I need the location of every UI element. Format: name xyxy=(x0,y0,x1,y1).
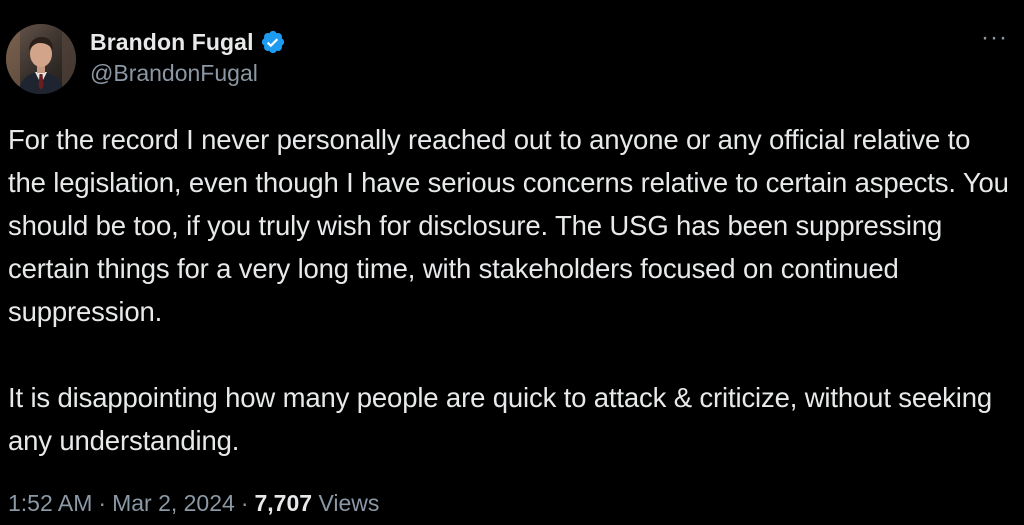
tweet-meta: 1:52 AM · Mar 2, 2024 · 7,707 Views xyxy=(8,490,379,517)
tweet-paragraph-2: It is disappointing how many people are … xyxy=(8,382,993,456)
display-name[interactable]: Brandon Fugal xyxy=(90,29,254,56)
views-label: Views xyxy=(318,490,380,516)
tweet-time[interactable]: 1:52 AM xyxy=(8,490,92,516)
tweet-text: For the record I never personally reache… xyxy=(8,118,1013,462)
meta-separator: · xyxy=(240,490,249,516)
author-handle[interactable]: @BrandonFugal xyxy=(90,60,286,87)
meta-separator: · xyxy=(98,490,107,516)
tweet-date[interactable]: Mar 2, 2024 xyxy=(112,490,235,516)
tweet-paragraph-1: For the record I never personally reache… xyxy=(8,124,1009,327)
verified-badge-icon[interactable] xyxy=(260,29,286,55)
author-block: Brandon Fugal @BrandonFugal xyxy=(90,27,286,87)
more-options-icon[interactable]: ··· xyxy=(981,26,1008,50)
tweet[interactable]: Brandon Fugal @BrandonFugal ··· For the … xyxy=(0,0,1024,525)
avatar[interactable] xyxy=(6,24,76,94)
name-row: Brandon Fugal xyxy=(90,27,286,57)
views-count[interactable]: 7,707 xyxy=(254,490,312,516)
